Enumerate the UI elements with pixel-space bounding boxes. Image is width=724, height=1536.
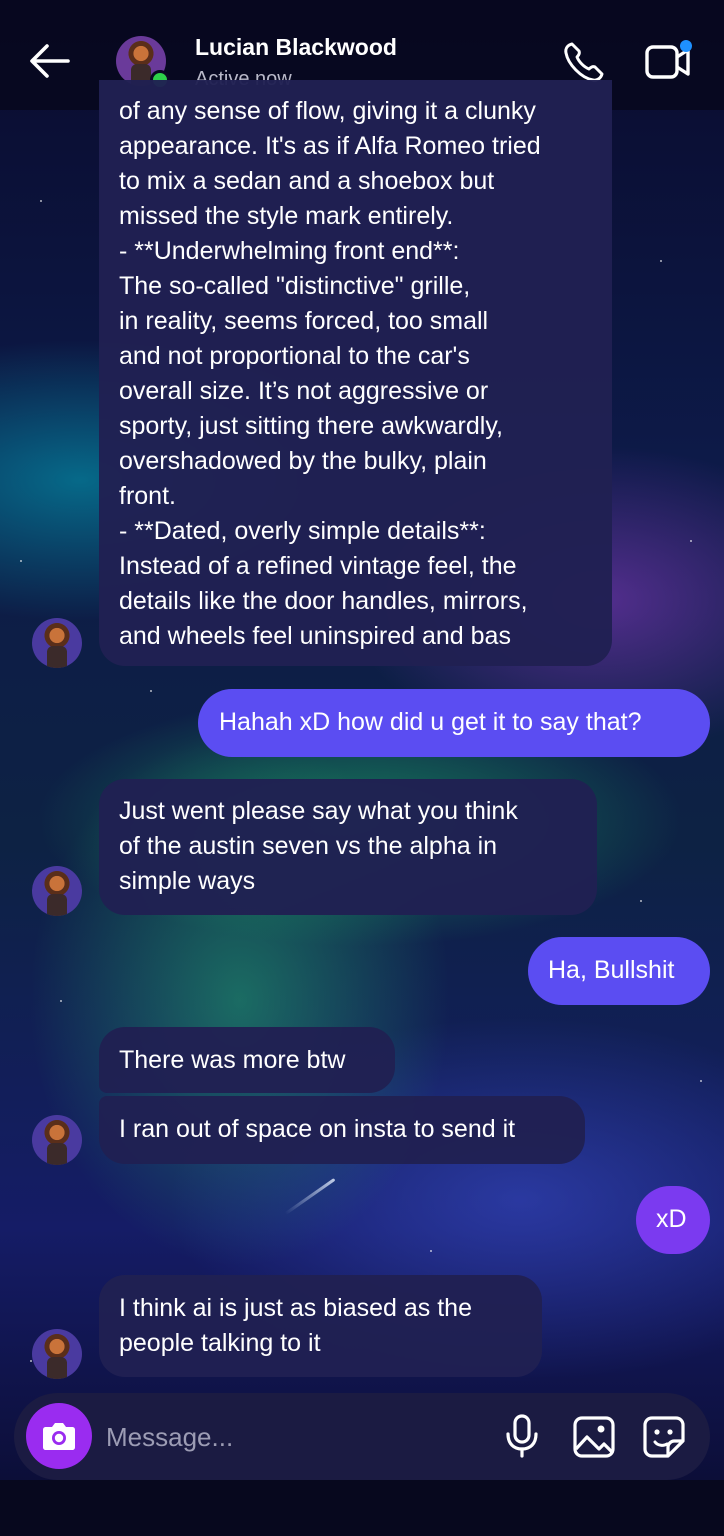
message-text: xD bbox=[656, 1205, 687, 1233]
message-line: - **Underwhelming front end**: bbox=[119, 237, 460, 265]
message-line: sporty, just sitting there awkwardly, bbox=[119, 412, 503, 440]
message-line: of the austin seven vs the alpha in bbox=[119, 832, 498, 860]
message-text: Ha, Bullshit bbox=[548, 956, 675, 984]
message-line: details like the door handles, mirrors, bbox=[119, 587, 528, 615]
back-arrow-icon[interactable] bbox=[28, 42, 70, 80]
outgoing-message-bubble[interactable]: xD bbox=[636, 1186, 710, 1254]
message-line: to mix a sedan and a shoebox but bbox=[119, 167, 495, 195]
message-line: overshadowed by the bulky, plain bbox=[119, 447, 487, 475]
microphone-icon[interactable] bbox=[502, 1413, 542, 1459]
message-composer bbox=[14, 1393, 710, 1480]
message-line: missed the style mark entirely. bbox=[119, 202, 454, 230]
message-line: Just went please say what you think bbox=[119, 797, 518, 825]
message-line: people talking to it bbox=[119, 1329, 321, 1357]
message-line: The so-called "distinctive" grille, bbox=[119, 272, 471, 300]
contact-name[interactable]: Lucian Blackwood bbox=[195, 34, 397, 61]
phone-icon[interactable] bbox=[562, 40, 606, 84]
gallery-icon[interactable] bbox=[572, 1415, 616, 1459]
sender-avatar[interactable] bbox=[32, 1115, 82, 1165]
sender-avatar[interactable] bbox=[32, 618, 82, 668]
message-line: front. bbox=[119, 482, 176, 510]
message-line: and wheels feel uninspired and bas bbox=[119, 622, 511, 650]
message-list[interactable]: of any sense of flow, giving it a clunky… bbox=[0, 80, 724, 1390]
message-line: - **Dated, overly simple details**: bbox=[119, 517, 486, 545]
message-line: in reality, seems forced, too small bbox=[119, 307, 489, 335]
message-text: Hahah xD how did u get it to say that? bbox=[219, 708, 642, 736]
system-navigation-bar bbox=[0, 1480, 724, 1536]
message-line: overall size. It’s not aggressive or bbox=[119, 377, 489, 405]
sender-avatar[interactable] bbox=[32, 866, 82, 916]
incoming-message-bubble[interactable]: I ran out of space on insta to send it bbox=[99, 1096, 585, 1164]
camera-button[interactable] bbox=[26, 1403, 92, 1469]
video-call-button[interactable] bbox=[644, 38, 694, 84]
message-line: simple ways bbox=[119, 867, 256, 895]
sender-avatar[interactable] bbox=[32, 1329, 82, 1379]
incoming-message-bubble[interactable]: Just went please say what you think of t… bbox=[99, 779, 597, 915]
message-line: Instead of a refined vintage feel, the bbox=[119, 552, 517, 580]
outgoing-message-bubble[interactable]: Hahah xD how did u get it to say that? bbox=[198, 689, 710, 757]
message-text: I ran out of space on insta to send it bbox=[119, 1115, 516, 1143]
camera-icon bbox=[43, 1423, 75, 1450]
incoming-message-bubble[interactable]: of any sense of flow, giving it a clunky… bbox=[99, 80, 612, 666]
message-text: There was more btw bbox=[119, 1046, 346, 1074]
message-line: appearance. It's as if Alfa Romeo tried bbox=[119, 132, 541, 160]
sticker-icon[interactable] bbox=[642, 1415, 686, 1459]
outgoing-message-bubble[interactable]: Ha, Bullshit bbox=[528, 937, 710, 1005]
notification-dot bbox=[680, 40, 692, 52]
message-line: of any sense of flow, giving it a clunky bbox=[119, 97, 536, 125]
message-line: and not proportional to the car's bbox=[119, 342, 470, 370]
incoming-message-bubble[interactable]: There was more btw bbox=[99, 1027, 395, 1093]
message-input[interactable] bbox=[106, 1415, 486, 1459]
message-line: I think ai is just as biased as the bbox=[119, 1294, 472, 1322]
incoming-message-bubble[interactable]: I think ai is just as biased as the peop… bbox=[99, 1275, 542, 1377]
